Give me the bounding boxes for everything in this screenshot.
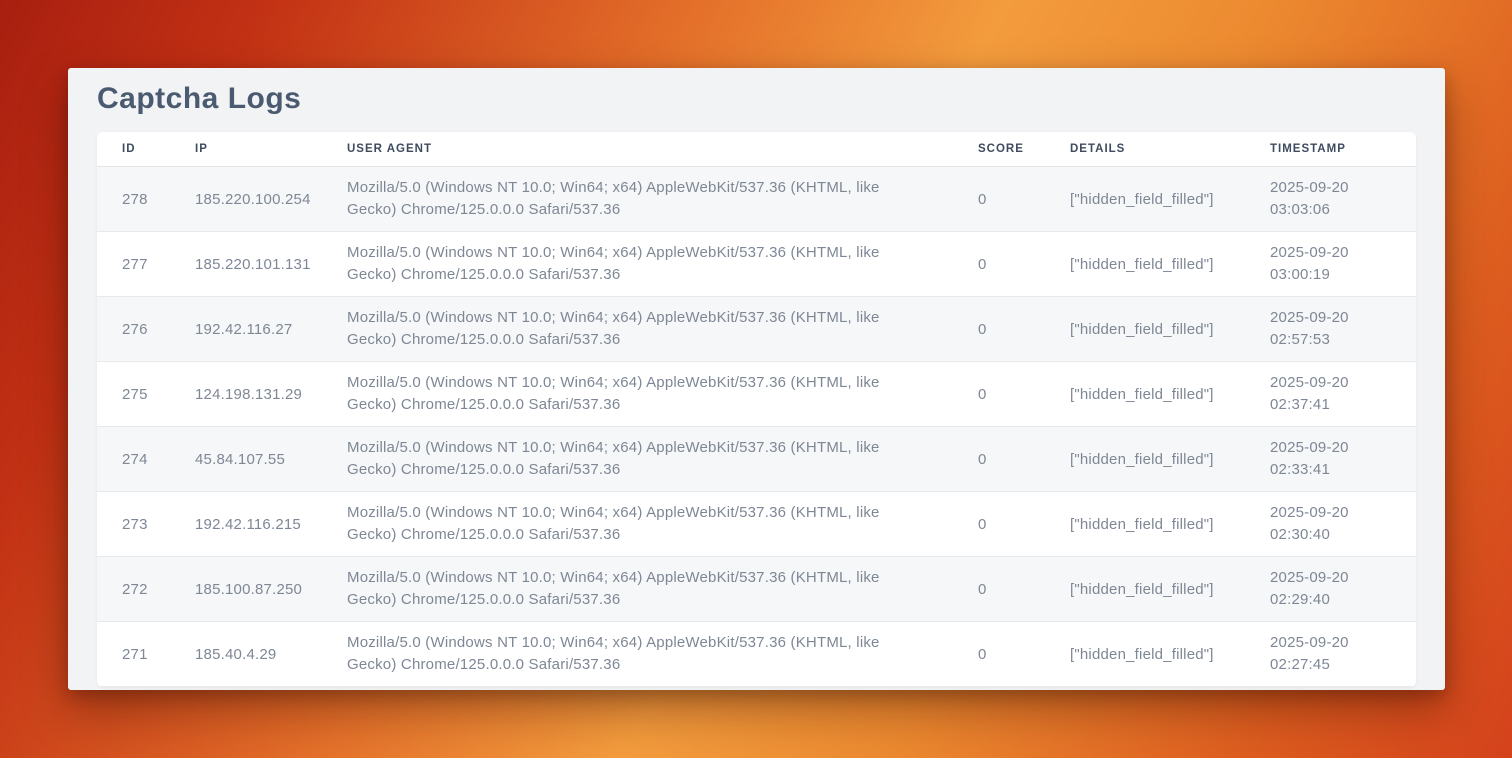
cell-user-agent: Mozilla/5.0 (Windows NT 10.0; Win64; x64…: [322, 167, 953, 232]
page-background: Captcha Logs ID IP USER AGENT SCORE: [0, 0, 1512, 758]
cell-score: 0: [953, 427, 1045, 492]
cell-score: 0: [953, 167, 1045, 232]
table-body: 278 185.220.100.254 Mozilla/5.0 (Windows…: [97, 167, 1416, 687]
cell-user-agent: Mozilla/5.0 (Windows NT 10.0; Win64; x64…: [322, 427, 953, 492]
table-row: 278 185.220.100.254 Mozilla/5.0 (Windows…: [97, 167, 1416, 232]
cell-score: 0: [953, 622, 1045, 687]
cell-ip: 185.220.100.254: [170, 167, 322, 232]
cell-timestamp: 2025-09-20 03:03:06: [1245, 167, 1416, 232]
table-row: 272 185.100.87.250 Mozilla/5.0 (Windows …: [97, 557, 1416, 622]
table-row: 274 45.84.107.55 Mozilla/5.0 (Windows NT…: [97, 427, 1416, 492]
timestamp-time: 02:30:40: [1270, 524, 1416, 546]
cell-score: 0: [953, 362, 1045, 427]
cell-id: 273: [97, 492, 170, 557]
cell-score: 0: [953, 297, 1045, 362]
cell-user-agent: Mozilla/5.0 (Windows NT 10.0; Win64; x64…: [322, 492, 953, 557]
column-header-id: ID: [97, 132, 170, 167]
cell-details: ["hidden_field_filled"]: [1045, 297, 1245, 362]
timestamp-time: 03:00:19: [1270, 264, 1416, 286]
cell-ip: 124.198.131.29: [170, 362, 322, 427]
column-header-ip: IP: [170, 132, 322, 167]
cell-id: 274: [97, 427, 170, 492]
cell-user-agent: Mozilla/5.0 (Windows NT 10.0; Win64; x64…: [322, 232, 953, 297]
cell-user-agent: Mozilla/5.0 (Windows NT 10.0; Win64; x64…: [322, 557, 953, 622]
page-title: Captcha Logs: [97, 81, 1416, 117]
timestamp-time: 02:57:53: [1270, 329, 1416, 351]
table-row: 275 124.198.131.29 Mozilla/5.0 (Windows …: [97, 362, 1416, 427]
timestamp-date: 2025-09-20: [1270, 502, 1416, 524]
timestamp-time: 02:33:41: [1270, 459, 1416, 481]
timestamp-time: 03:03:06: [1270, 199, 1416, 221]
cell-timestamp: 2025-09-20 02:30:40: [1245, 492, 1416, 557]
cell-score: 0: [953, 232, 1045, 297]
timestamp-date: 2025-09-20: [1270, 632, 1416, 654]
logs-table-container: ID IP USER AGENT SCORE DETAILS TIMESTAMP…: [97, 132, 1416, 687]
timestamp-date: 2025-09-20: [1270, 242, 1416, 264]
cell-ip: 45.84.107.55: [170, 427, 322, 492]
cell-ip: 185.100.87.250: [170, 557, 322, 622]
cell-id: 278: [97, 167, 170, 232]
cell-details: ["hidden_field_filled"]: [1045, 557, 1245, 622]
cell-timestamp: 2025-09-20 02:27:45: [1245, 622, 1416, 687]
cell-ip: 192.42.116.215: [170, 492, 322, 557]
column-header-user-agent: USER AGENT: [322, 132, 953, 167]
timestamp-time: 02:27:45: [1270, 654, 1416, 676]
captcha-logs-card: Captcha Logs ID IP USER AGENT SCORE: [68, 68, 1445, 690]
table-row: 276 192.42.116.27 Mozilla/5.0 (Windows N…: [97, 297, 1416, 362]
column-header-score: SCORE: [953, 132, 1045, 167]
cell-timestamp: 2025-09-20 02:37:41: [1245, 362, 1416, 427]
column-header-details: DETAILS: [1045, 132, 1245, 167]
column-header-timestamp: TIMESTAMP: [1245, 132, 1416, 167]
timestamp-time: 02:37:41: [1270, 394, 1416, 416]
table-row: 271 185.40.4.29 Mozilla/5.0 (Windows NT …: [97, 622, 1416, 687]
cell-details: ["hidden_field_filled"]: [1045, 232, 1245, 297]
cell-details: ["hidden_field_filled"]: [1045, 167, 1245, 232]
cell-details: ["hidden_field_filled"]: [1045, 362, 1245, 427]
cell-id: 275: [97, 362, 170, 427]
table-header-row: ID IP USER AGENT SCORE DETAILS TIMESTAMP: [97, 132, 1416, 167]
cell-details: ["hidden_field_filled"]: [1045, 622, 1245, 687]
table-row: 277 185.220.101.131 Mozilla/5.0 (Windows…: [97, 232, 1416, 297]
table-row: 273 192.42.116.215 Mozilla/5.0 (Windows …: [97, 492, 1416, 557]
timestamp-date: 2025-09-20: [1270, 177, 1416, 199]
cell-id: 272: [97, 557, 170, 622]
cell-user-agent: Mozilla/5.0 (Windows NT 10.0; Win64; x64…: [322, 622, 953, 687]
cell-ip: 185.40.4.29: [170, 622, 322, 687]
cell-score: 0: [953, 492, 1045, 557]
cell-timestamp: 2025-09-20 02:33:41: [1245, 427, 1416, 492]
cell-ip: 185.220.101.131: [170, 232, 322, 297]
timestamp-date: 2025-09-20: [1270, 567, 1416, 589]
timestamp-date: 2025-09-20: [1270, 307, 1416, 329]
cell-user-agent: Mozilla/5.0 (Windows NT 10.0; Win64; x64…: [322, 297, 953, 362]
cell-id: 276: [97, 297, 170, 362]
cell-timestamp: 2025-09-20 02:57:53: [1245, 297, 1416, 362]
cell-id: 271: [97, 622, 170, 687]
captcha-logs-table: ID IP USER AGENT SCORE DETAILS TIMESTAMP…: [97, 132, 1416, 687]
cell-timestamp: 2025-09-20 02:29:40: [1245, 557, 1416, 622]
cell-id: 277: [97, 232, 170, 297]
cell-details: ["hidden_field_filled"]: [1045, 492, 1245, 557]
cell-score: 0: [953, 557, 1045, 622]
timestamp-date: 2025-09-20: [1270, 372, 1416, 394]
cell-ip: 192.42.116.27: [170, 297, 322, 362]
cell-user-agent: Mozilla/5.0 (Windows NT 10.0; Win64; x64…: [322, 362, 953, 427]
timestamp-date: 2025-09-20: [1270, 437, 1416, 459]
cell-timestamp: 2025-09-20 03:00:19: [1245, 232, 1416, 297]
timestamp-time: 02:29:40: [1270, 589, 1416, 611]
cell-details: ["hidden_field_filled"]: [1045, 427, 1245, 492]
